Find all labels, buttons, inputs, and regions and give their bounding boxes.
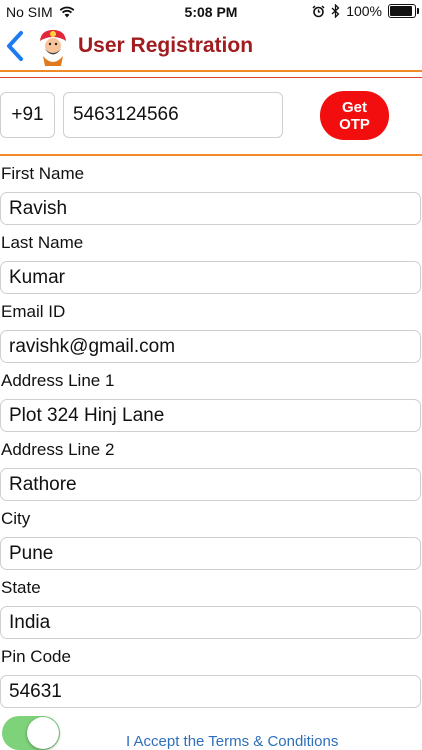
email-input[interactable]: ravishk@gmail.com	[0, 330, 421, 363]
address-line-2-input[interactable]: Rathore	[0, 468, 421, 501]
get-otp-button[interactable]: Get OTP	[320, 91, 389, 140]
first-name-input[interactable]: Ravish	[0, 192, 421, 225]
status-bar: No SIM 5:08 PM 100%	[0, 0, 422, 24]
pin-code-input[interactable]: 54631	[0, 675, 421, 708]
country-code-field[interactable]: +91	[0, 92, 55, 138]
battery-icon	[388, 4, 419, 18]
address-line-1-label: Address Line 1	[1, 371, 115, 390]
last-name-label: Last Name	[1, 233, 84, 252]
toggle-knob	[27, 717, 59, 749]
city-label: City	[1, 509, 31, 528]
nav-header: User Registration	[0, 24, 422, 70]
email-label: Email ID	[1, 302, 66, 321]
last-name-input[interactable]: Kumar	[0, 261, 421, 294]
state-label: State	[1, 578, 41, 597]
alarm-icon	[312, 4, 325, 17]
state-input[interactable]: India	[0, 606, 421, 639]
terms-link[interactable]: I Accept the Terms & Conditions	[126, 733, 338, 750]
back-chevron-icon[interactable]	[4, 30, 28, 62]
city-input[interactable]: Pune	[0, 537, 421, 570]
header-divider	[0, 70, 422, 72]
pin-code-label: Pin Code	[1, 647, 71, 666]
header-divider-secondary	[0, 77, 422, 78]
terms-toggle[interactable]	[2, 716, 60, 750]
page-title: User Registration	[78, 34, 254, 57]
bluetooth-icon	[331, 4, 340, 18]
address-line-2-label: Address Line 2	[1, 440, 115, 459]
phone-number-input[interactable]: 5463124566	[63, 92, 283, 138]
battery-label: 100%	[346, 3, 382, 19]
first-name-label: First Name	[1, 164, 85, 183]
phone-divider	[0, 154, 422, 156]
address-line-1-input[interactable]: Plot 324 Hinj Lane	[0, 399, 421, 432]
status-right: 100%	[312, 3, 419, 19]
mascot-logo-icon	[40, 30, 66, 66]
